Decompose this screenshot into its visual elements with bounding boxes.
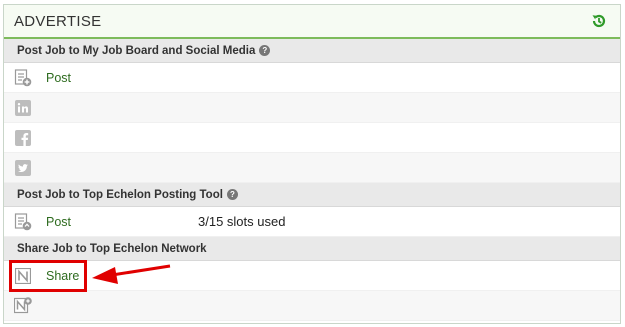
section-network: Share Job to Top Echelon Network (4, 237, 620, 261)
row-post-job-board[interactable]: Post (4, 63, 620, 93)
row-facebook[interactable] (4, 123, 620, 153)
row-twitter[interactable] (4, 153, 620, 183)
section-my-job-board: Post Job to My Job Board and Social Medi… (4, 39, 620, 63)
row-share-network[interactable]: Share (4, 261, 620, 291)
row-network-settings[interactable] (4, 291, 620, 321)
post-link[interactable]: Post (46, 71, 71, 85)
panel-title: ADVERTISE (14, 12, 102, 30)
post-share-icon (14, 212, 32, 231)
section-posting-tool-title: Post Job to Top Echelon Posting Tool (17, 188, 223, 201)
posting-tool-post-link[interactable]: Post (46, 215, 71, 229)
slots-used-text: 3/15 slots used (198, 214, 286, 229)
section-network-title: Share Job to Top Echelon Network (17, 242, 207, 255)
highlight-box (9, 260, 87, 292)
network-settings-icon[interactable] (14, 296, 32, 315)
help-icon[interactable]: ? (259, 45, 271, 56)
history-icon[interactable] (590, 12, 608, 30)
help-icon[interactable]: ? (226, 189, 238, 200)
section-my-job-board-title: Post Job to My Job Board and Social Medi… (17, 44, 256, 57)
advertise-panel: ADVERTISE Post Job to My Job Board and S… (3, 4, 621, 324)
row-linkedin[interactable] (4, 93, 620, 123)
twitter-icon[interactable] (14, 159, 32, 177)
linkedin-icon[interactable] (14, 99, 32, 117)
facebook-icon[interactable] (14, 129, 32, 147)
post-document-icon (14, 68, 32, 87)
panel-header: ADVERTISE (4, 5, 620, 39)
row-posting-tool[interactable]: Post 3/15 slots used (4, 207, 620, 237)
section-posting-tool: Post Job to Top Echelon Posting Tool ? (4, 183, 620, 207)
